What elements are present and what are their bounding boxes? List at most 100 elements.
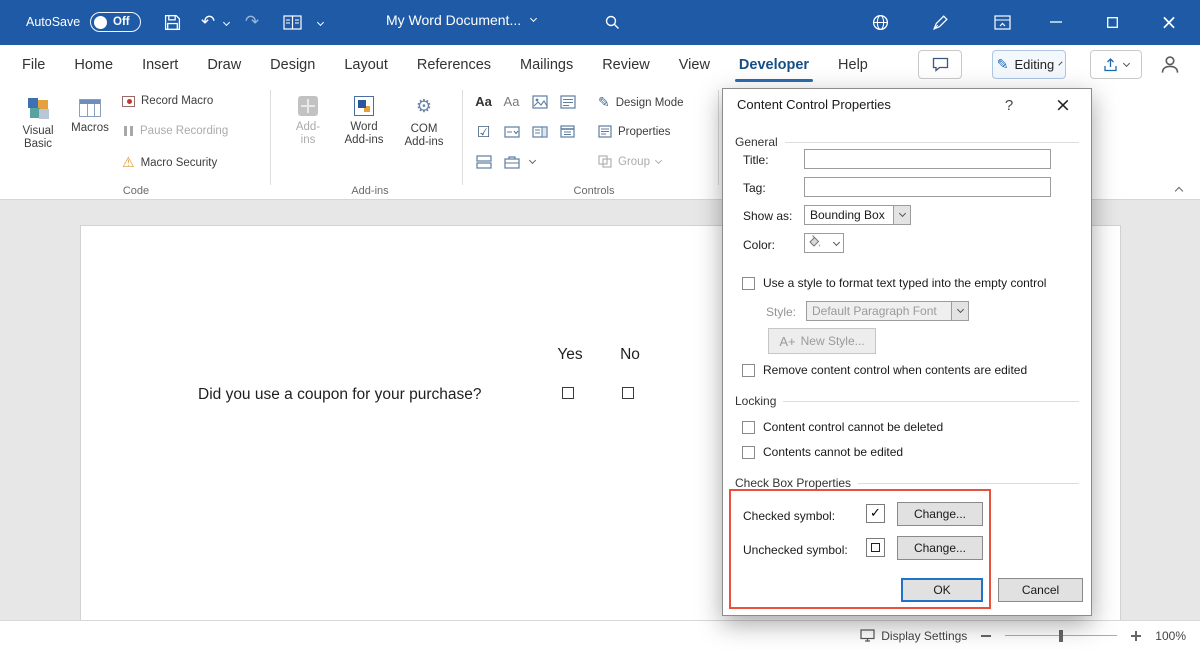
zoom-out-icon[interactable]: [981, 635, 991, 637]
fill-color-icon: [805, 235, 834, 251]
search-icon[interactable]: [598, 9, 626, 35]
cancel-button[interactable]: Cancel: [998, 578, 1083, 602]
display-settings-button[interactable]: Display Settings: [860, 629, 967, 643]
yes-checkbox-control[interactable]: [562, 387, 574, 399]
editing-chevron-icon: [1059, 61, 1063, 65]
ribbon-tab-row: File Home Insert Draw Design Layout Refe…: [0, 45, 1200, 85]
maximize-icon[interactable]: [1098, 9, 1126, 35]
tab-developer[interactable]: Developer: [739, 45, 809, 85]
tab-file[interactable]: File: [22, 45, 45, 85]
redo-icon: ↷: [245, 12, 259, 32]
checked-symbol-preview: ✓: [866, 504, 885, 523]
checked-symbol-label: Checked symbol:: [743, 509, 835, 523]
combo-box-control-icon[interactable]: [500, 121, 523, 142]
building-block-gallery-icon[interactable]: [556, 91, 579, 112]
tab-review[interactable]: Review: [602, 45, 650, 85]
checkbox-properties-section-header: Check Box Properties: [735, 476, 1079, 490]
repeating-section-control-icon[interactable]: [472, 151, 495, 172]
date-picker-control-icon[interactable]: [556, 121, 579, 142]
color-picker-button[interactable]: [804, 233, 844, 253]
cannot-edit-checkbox[interactable]: [742, 446, 755, 459]
tag-field-input[interactable]: [804, 177, 1051, 197]
display-settings-label: Display Settings: [881, 629, 967, 643]
addins-group-label: Add-ins: [280, 185, 460, 197]
save-icon[interactable]: [158, 9, 186, 35]
macros-button[interactable]: Macros: [64, 90, 116, 178]
macro-security-button[interactable]: ⚠ Macro Security: [122, 155, 217, 171]
legacy-tools-icon[interactable]: [500, 151, 523, 172]
general-section-header: General: [735, 135, 1079, 149]
use-style-checkbox[interactable]: [742, 277, 755, 290]
use-style-label[interactable]: Use a style to format text typed into th…: [763, 276, 1046, 290]
document-title[interactable]: My Word Document...: [386, 12, 536, 28]
share-chevron-icon: [1123, 59, 1130, 66]
group-icon: [598, 155, 612, 168]
macros-icon: [79, 99, 101, 117]
addins-icon: [298, 96, 318, 116]
globe-icon[interactable]: [866, 9, 894, 35]
title-field-input[interactable]: [804, 149, 1051, 169]
toolbar-options-chevron-icon[interactable]: [317, 19, 324, 26]
dialog-title-bar[interactable]: Content Control Properties ? ×: [723, 89, 1091, 121]
warning-icon: ⚠: [122, 155, 135, 171]
picture-control-icon[interactable]: [528, 91, 551, 112]
status-bar: Display Settings 100%: [0, 620, 1200, 650]
tab-mailings[interactable]: Mailings: [520, 45, 573, 85]
change-checked-symbol-button[interactable]: Change...: [897, 502, 983, 526]
record-macro-icon: [122, 96, 135, 107]
word-addins-button[interactable]: Word Add-ins: [336, 90, 392, 178]
zoom-slider[interactable]: [1005, 629, 1117, 643]
undo-button[interactable]: ↶: [194, 9, 222, 35]
editing-mode-button[interactable]: ✎ Editing: [992, 50, 1066, 79]
dialog-title: Content Control Properties: [737, 97, 891, 112]
tab-help[interactable]: Help: [838, 45, 868, 85]
ribbon-display-options-icon[interactable]: [988, 9, 1016, 35]
properties-button[interactable]: Properties: [598, 125, 670, 138]
zoom-percentage[interactable]: 100%: [1155, 629, 1186, 643]
dropdown-list-control-icon[interactable]: [528, 121, 551, 142]
checkbox-control-icon[interactable]: ☑: [472, 121, 495, 142]
remove-control-checkbox[interactable]: [742, 364, 755, 377]
show-as-value: Bounding Box: [805, 208, 893, 222]
com-addins-label: COM Add-ins: [399, 123, 449, 149]
tab-layout[interactable]: Layout: [344, 45, 388, 85]
comments-button[interactable]: [918, 50, 962, 79]
design-mode-button[interactable]: ✎ Design Mode: [598, 95, 684, 111]
change-unchecked-symbol-button[interactable]: Change...: [897, 536, 983, 560]
dialog-help-icon[interactable]: ?: [991, 89, 1027, 121]
zoom-in-icon[interactable]: [1131, 631, 1141, 641]
cannot-delete-label[interactable]: Content control cannot be deleted: [763, 420, 943, 434]
tab-design[interactable]: Design: [270, 45, 315, 85]
editing-label: Editing: [1015, 57, 1055, 72]
tag-field-label: Tag:: [743, 181, 766, 195]
zoom-thumb[interactable]: [1059, 630, 1063, 642]
dialog-close-icon[interactable]: ×: [1045, 89, 1081, 121]
remove-control-label[interactable]: Remove content control when contents are…: [763, 363, 1027, 377]
tab-view[interactable]: View: [679, 45, 710, 85]
visual-basic-button[interactable]: Visual Basic: [12, 90, 64, 178]
autosave-toggle[interactable]: Off: [90, 12, 141, 32]
share-button[interactable]: [1090, 50, 1142, 79]
tab-references[interactable]: References: [417, 45, 491, 85]
cannot-delete-checkbox[interactable]: [742, 421, 755, 434]
legacy-tools-chevron-icon[interactable]: [529, 157, 536, 164]
tab-insert[interactable]: Insert: [142, 45, 178, 85]
display-settings-icon: [860, 629, 875, 642]
com-addins-button[interactable]: ⚙ COM Add-ins: [396, 90, 452, 178]
show-as-select[interactable]: Bounding Box: [804, 205, 911, 225]
account-presence-icon[interactable]: [1160, 55, 1180, 79]
rich-text-control-icon[interactable]: Aa: [472, 91, 495, 112]
record-macro-button[interactable]: Record Macro: [122, 95, 213, 107]
collapse-ribbon-chevron-icon[interactable]: [1175, 187, 1183, 195]
close-window-icon[interactable]: ×: [1152, 9, 1186, 35]
pen-input-icon[interactable]: [926, 9, 954, 35]
no-checkbox-control[interactable]: [622, 387, 634, 399]
touch-mouse-mode-icon[interactable]: [278, 9, 306, 35]
ok-button[interactable]: OK: [901, 578, 983, 602]
tab-home[interactable]: Home: [74, 45, 113, 85]
undo-dropdown-chevron-icon[interactable]: [223, 19, 230, 26]
plain-text-control-icon[interactable]: Aa: [500, 91, 523, 112]
tab-draw[interactable]: Draw: [207, 45, 241, 85]
cannot-edit-label[interactable]: Contents cannot be edited: [763, 445, 903, 459]
minimize-icon[interactable]: [1042, 9, 1070, 35]
